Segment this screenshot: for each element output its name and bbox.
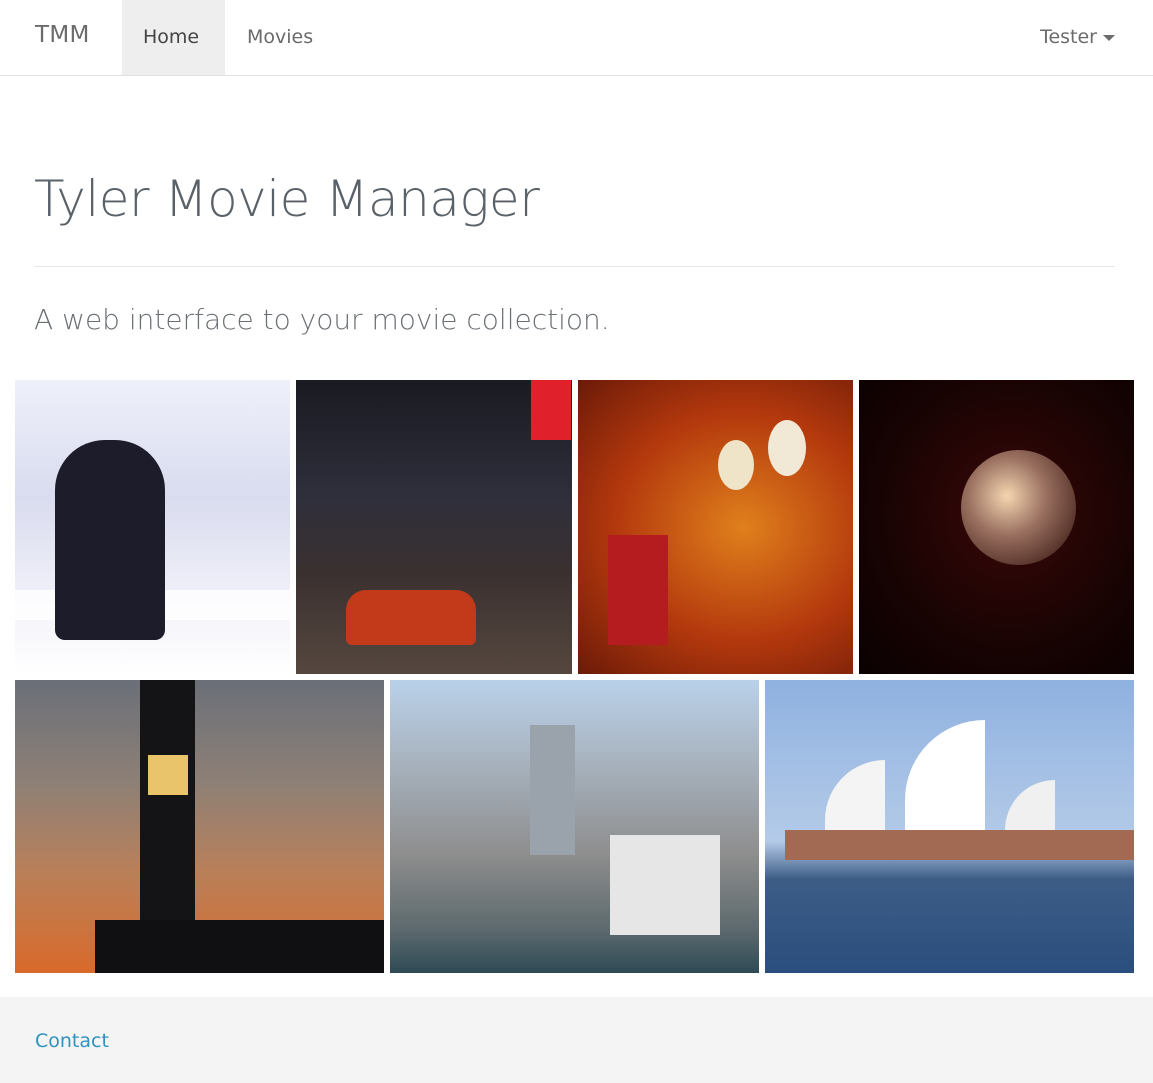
shell-shape xyxy=(905,720,985,830)
lead-text: A web interface to your movie collection… xyxy=(34,303,610,336)
shell-shape xyxy=(825,760,885,830)
sign-shape xyxy=(608,535,668,645)
neon-sign-shape xyxy=(531,380,571,440)
user-name: Tester xyxy=(1040,26,1097,48)
disco-ball-shape xyxy=(961,450,1076,565)
building-shape xyxy=(610,835,720,935)
building-base-shape xyxy=(785,830,1134,860)
tower-light-shape xyxy=(148,755,188,795)
bar-wall-signs-photo xyxy=(578,380,853,674)
person-shape xyxy=(55,440,165,640)
user-menu-dropdown[interactable]: Tester xyxy=(1040,0,1115,75)
city-aerial-photo xyxy=(390,680,759,973)
caret-down-icon xyxy=(1103,34,1115,41)
bartender-photo xyxy=(15,380,290,674)
sydney-opera-house-photo xyxy=(765,680,1134,973)
nav-item-movies[interactable]: Movies xyxy=(226,0,334,75)
city-street-night-photo xyxy=(296,380,572,674)
skyline-shape xyxy=(95,920,384,973)
page-title: Tyler Movie Manager xyxy=(34,170,540,228)
building-shape xyxy=(530,725,575,855)
brand-link[interactable]: TMM xyxy=(35,22,90,48)
plate-shape xyxy=(768,420,806,476)
nav-item-home[interactable]: Home xyxy=(122,0,225,75)
contact-link[interactable]: Contact xyxy=(35,1030,109,1052)
empire-state-building-photo xyxy=(15,680,384,973)
plate-shape xyxy=(718,440,754,490)
divider xyxy=(35,266,1115,267)
navbar: TMM Home Movies Tester xyxy=(0,0,1153,76)
taxi-shape xyxy=(346,590,476,645)
shell-shape xyxy=(1005,780,1055,830)
disco-ball-photo xyxy=(859,380,1134,674)
footer: Contact xyxy=(0,997,1153,1083)
